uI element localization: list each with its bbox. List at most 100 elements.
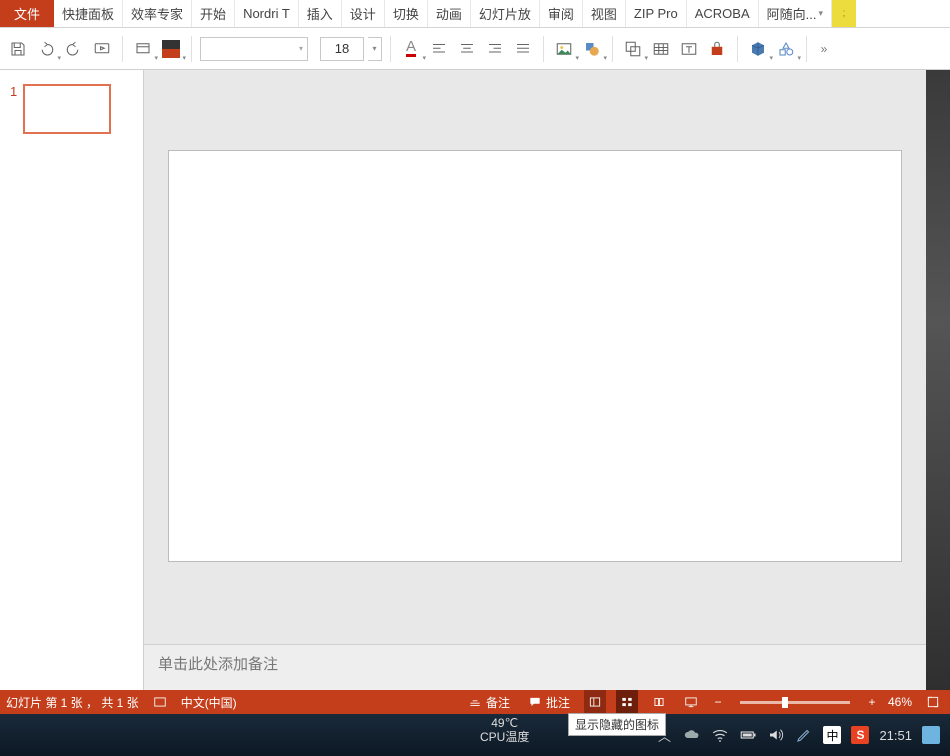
redo-button[interactable] xyxy=(62,37,86,61)
zoom-in-button[interactable]: + xyxy=(866,695,878,709)
tray-tooltip: 显示隐藏的图标 xyxy=(568,713,666,736)
save-button[interactable] xyxy=(6,37,30,61)
slide-thumbnail-pane[interactable]: 1 xyxy=(0,70,144,690)
undo-button[interactable]: ▾ xyxy=(34,37,58,61)
comment-icon xyxy=(528,695,542,709)
new-slide-button[interactable]: ▾ xyxy=(131,37,155,61)
tab-view[interactable]: 视图 xyxy=(583,0,626,27)
chevron-down-icon[interactable]: ▾ xyxy=(575,54,579,62)
separator xyxy=(612,36,613,62)
tab-review[interactable]: 审阅 xyxy=(540,0,583,27)
tab-nordri[interactable]: Nordri T xyxy=(235,0,299,27)
battery-icon[interactable] xyxy=(739,726,757,744)
insert-picture-button[interactable]: ▾ xyxy=(552,37,576,61)
tab-quickpanel[interactable]: 快捷面板 xyxy=(54,0,123,27)
slide-sorter-view-button[interactable] xyxy=(616,690,638,714)
sogou-ime-icon[interactable]: S xyxy=(851,726,869,744)
toolbar-overflow-button[interactable]: » xyxy=(815,42,833,56)
spellcheck-button[interactable] xyxy=(149,690,171,714)
start-from-beginning-button[interactable] xyxy=(90,37,114,61)
tab-insert[interactable]: 插入 xyxy=(299,0,342,27)
shapes-gallery-button[interactable]: ▾ xyxy=(774,37,798,61)
reading-view-button[interactable] xyxy=(648,690,670,714)
chevron-down-icon[interactable]: ▾ xyxy=(603,54,607,62)
clock[interactable]: 21:51 xyxy=(879,728,912,743)
tab-efficiency[interactable]: 效率专家 xyxy=(123,0,192,27)
chevron-down-icon: ▾ xyxy=(299,44,303,53)
ime-indicator[interactable]: 中 xyxy=(823,726,841,744)
textbox-button[interactable] xyxy=(677,37,701,61)
font-color-button[interactable]: A▾ xyxy=(399,37,423,61)
align-justify-button[interactable] xyxy=(511,37,535,61)
table-button[interactable] xyxy=(649,37,673,61)
chevron-down-icon[interactable]: ▾ xyxy=(182,54,186,62)
notes-toggle-button[interactable]: 备注 xyxy=(464,690,514,714)
chevron-down-icon[interactable]: ▾ xyxy=(644,54,648,62)
insert-shape-button[interactable]: ▾ xyxy=(580,37,604,61)
separator xyxy=(806,36,807,62)
zoom-percent[interactable]: 46% xyxy=(888,695,912,709)
tab-slideshow[interactable]: 幻灯片放 xyxy=(471,0,540,27)
fit-to-window-button[interactable] xyxy=(922,690,944,714)
separator xyxy=(122,36,123,62)
separator xyxy=(543,36,544,62)
slideshow-view-button[interactable] xyxy=(680,690,702,714)
comments-toggle-button[interactable]: 批注 xyxy=(524,690,574,714)
arrange-button[interactable]: ▾ xyxy=(621,37,645,61)
zoom-slider[interactable] xyxy=(740,701,850,704)
3d-model-button[interactable]: ▾ xyxy=(746,37,770,61)
align-left-button[interactable] xyxy=(427,37,451,61)
chevron-down-icon: ▾ xyxy=(818,8,823,19)
wifi-icon[interactable] xyxy=(711,726,729,744)
chevron-down-icon[interactable]: ▾ xyxy=(769,54,773,62)
system-tray: ︿ 中 S 21:51 xyxy=(655,726,950,744)
font-size-dropdown[interactable]: ▾ xyxy=(368,37,382,61)
cpu-temp-widget[interactable]: 49℃ CPU温度 xyxy=(480,716,529,744)
slide-thumbnail[interactable]: 1 xyxy=(10,84,133,134)
font-name-input[interactable]: ▾ xyxy=(200,37,308,61)
chevron-down-icon[interactable]: ▾ xyxy=(57,54,61,62)
tab-animation[interactable]: 动画 xyxy=(428,0,471,27)
align-right-button[interactable] xyxy=(483,37,507,61)
onedrive-icon[interactable] xyxy=(683,726,701,744)
tab-acrobat[interactable]: ACROBA xyxy=(687,0,759,27)
slide-canvas[interactable] xyxy=(168,150,902,562)
slide-number: 1 xyxy=(10,84,17,134)
tab-addon-yellow[interactable]: ; xyxy=(832,0,856,27)
language-indicator[interactable]: 中文(中国) xyxy=(181,694,237,711)
theme-color-button[interactable]: ▾ xyxy=(159,37,183,61)
zoom-out-button[interactable]: − xyxy=(712,695,724,709)
volume-icon[interactable] xyxy=(767,726,785,744)
tab-transition[interactable]: 切换 xyxy=(385,0,428,27)
workspace: 1 单击此处添加备注 xyxy=(0,70,950,690)
align-center-button[interactable] xyxy=(455,37,479,61)
status-bar: 幻灯片 第 1 张 ， 共 1 张 中文(中国) 备注 批注 − + 46% xyxy=(0,690,950,714)
slide-canvas-viewport[interactable] xyxy=(144,70,926,644)
tab-zippro[interactable]: ZIP Pro xyxy=(626,0,687,27)
tab-design[interactable]: 设计 xyxy=(342,0,385,27)
slide-thumbnail-preview[interactable] xyxy=(23,84,111,134)
windows-taskbar: 49℃ CPU温度 显示隐藏的图标 ︿ 中 S 21:51 xyxy=(0,714,950,756)
tab-file[interactable]: 文件 xyxy=(0,0,54,27)
zoom-slider-thumb[interactable] xyxy=(782,697,788,708)
editor-area: 单击此处添加备注 xyxy=(144,70,926,690)
chevron-down-icon[interactable]: ▾ xyxy=(422,54,426,62)
tab-asuixiang[interactable]: 阿随向...▾ xyxy=(759,0,832,27)
action-center-icon[interactable] xyxy=(922,726,940,744)
tab-home[interactable]: 开始 xyxy=(192,0,235,27)
font-size-input[interactable]: 18 xyxy=(320,37,364,61)
notes-pane[interactable]: 单击此处添加备注 xyxy=(144,644,926,690)
color-swatch-icon xyxy=(162,40,180,58)
chevron-down-icon[interactable]: ▾ xyxy=(154,54,158,62)
slide-counter: 幻灯片 第 1 张 ， 共 1 张 xyxy=(6,694,139,711)
pen-icon[interactable] xyxy=(795,726,813,744)
separator xyxy=(737,36,738,62)
normal-view-button[interactable] xyxy=(584,690,606,714)
separator xyxy=(390,36,391,62)
notes-icon xyxy=(468,695,482,709)
ribbon-tabs: 文件 快捷面板 效率专家 开始 Nordri T 插入 设计 切换 动画 幻灯片… xyxy=(0,0,950,28)
ribbon-toolbar: ▾ ▾ ▾ ▾ 18 ▾ A▾ ▾ ▾ ▾ ▾ ▾ » xyxy=(0,28,950,70)
store-button[interactable] xyxy=(705,37,729,61)
separator xyxy=(191,36,192,62)
chevron-down-icon[interactable]: ▾ xyxy=(797,54,801,62)
